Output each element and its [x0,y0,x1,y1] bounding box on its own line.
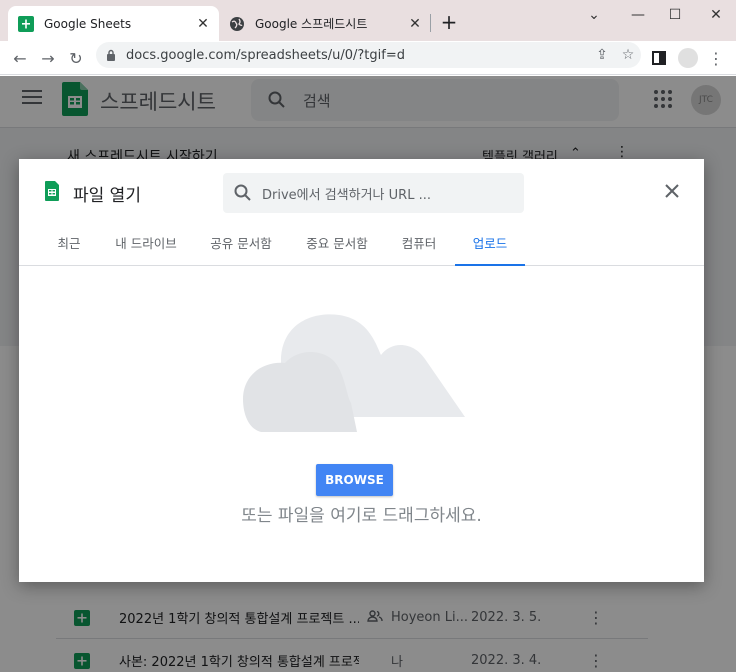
tab-separator [430,14,431,32]
tab-search-icon[interactable]: ⌄ [572,0,616,30]
sheets-logo-icon [45,181,59,201]
profile-avatar[interactable] [676,46,700,70]
tab-computers[interactable]: 컴퓨터 [399,225,439,266]
browser-tab-google-spreadsheet[interactable]: Google 스프레드시트 ✕ [219,6,431,41]
back-button[interactable]: ← [8,46,32,70]
tab-starred[interactable]: 중요 문서함 [303,225,371,266]
close-window-button[interactable]: ✕ [694,0,736,30]
bookmark-star-icon[interactable]: ☆ [615,47,641,63]
maximize-button[interactable]: ☐ [653,0,697,30]
tab-upload[interactable]: 업로드 [455,225,525,266]
close-tab-icon[interactable]: ✕ [403,16,427,32]
tab-title: Google 스프레드시트 [255,17,368,31]
forward-button[interactable]: → [36,46,60,70]
tab-my-drive[interactable]: 내 드라이브 [111,225,181,266]
drop-hint-text: 또는 파일을 여기로 드래그하세요. [241,506,482,526]
lock-icon [107,49,115,61]
dialog-tab-bar: 최근 내 드라이브 공유 문서함 중요 문서함 컴퓨터 업로드 [19,225,704,266]
close-tab-icon[interactable]: ✕ [191,16,215,32]
sheets-favicon-icon [18,15,34,32]
open-file-dialog: 파일 열기 Drive에서 검색하거나 URL ... 최근 내 드라이브 공유… [19,159,704,582]
tab-shared-with-me[interactable]: 공유 문서함 [207,225,275,266]
upload-cloud-illustration [243,314,465,432]
drive-search-placeholder: Drive에서 검색하거나 URL ... [262,187,431,203]
browser-tab-google-sheets[interactable]: Google Sheets ✕ [8,6,219,41]
close-icon[interactable] [662,181,682,201]
search-icon [234,184,251,201]
url-text: docs.google.com/spreadsheets/u/0/?tgif=d [126,47,405,63]
tab-title: Google Sheets [44,16,132,31]
reload-button[interactable]: ↻ [64,46,88,70]
tab-recent[interactable]: 최근 [53,225,85,266]
drive-search-input[interactable]: Drive에서 검색하거나 URL ... [223,173,524,213]
browse-button[interactable]: BROWSE [316,464,393,496]
dialog-title: 파일 열기 [73,186,141,206]
side-panel-icon[interactable] [647,46,671,70]
address-bar[interactable]: docs.google.com/spreadsheets/u/0/?tgif=d… [96,42,641,68]
globe-icon [230,16,244,31]
browser-menu-icon[interactable]: ⋮ [704,46,728,70]
browser-tab-strip: Google Sheets ✕ Google 스프레드시트 ✕ + ⌄ — ☐ … [0,0,736,41]
share-icon[interactable]: ⇪ [589,47,615,63]
new-tab-button[interactable]: + [437,10,461,34]
